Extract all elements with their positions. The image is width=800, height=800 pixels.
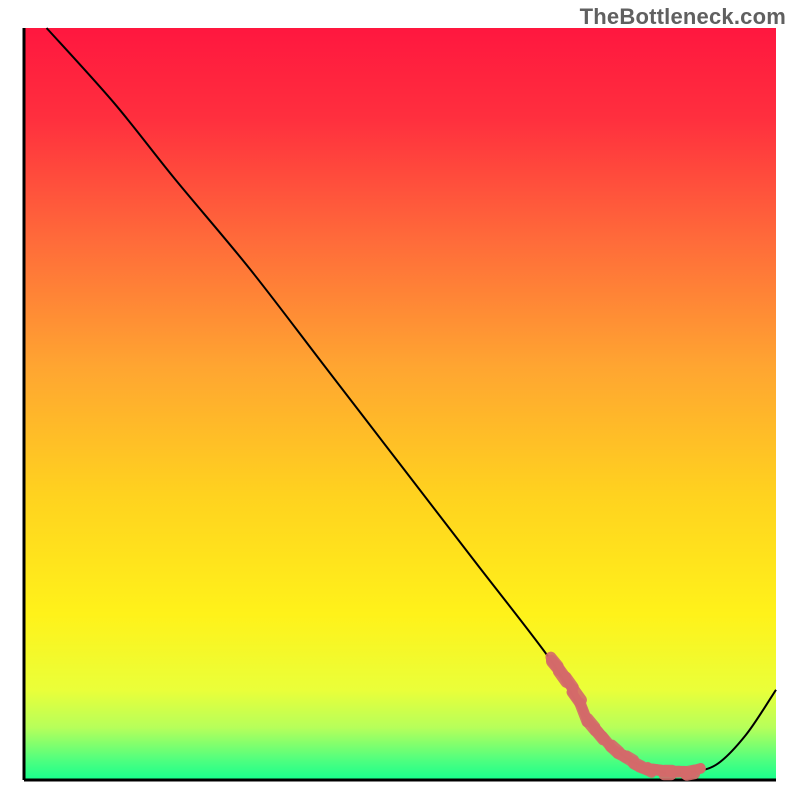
chart-background <box>24 28 776 780</box>
chart-svg <box>22 26 778 782</box>
bottleneck-chart <box>22 26 778 782</box>
